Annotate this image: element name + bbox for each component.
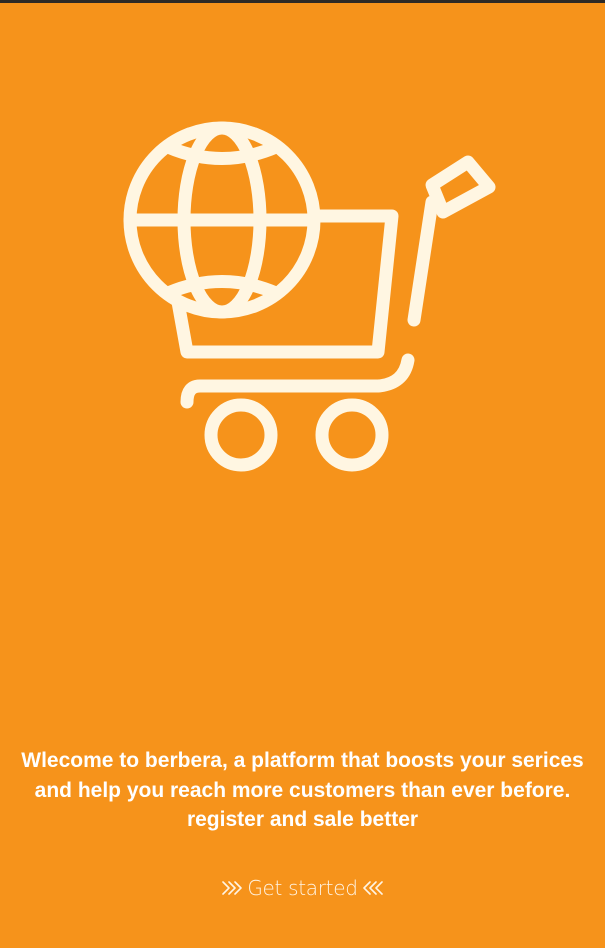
welcome-message: Wlecome to berbera, a platform that boos… bbox=[21, 749, 584, 831]
double-chevron-left-icon bbox=[362, 881, 383, 895]
double-chevron-right-icon bbox=[222, 881, 243, 895]
status-bar bbox=[0, 0, 605, 3]
shopping-cart-globe-icon bbox=[123, 121, 496, 472]
get-started-label: Get started bbox=[247, 876, 358, 900]
get-started-button[interactable]: Get started bbox=[0, 871, 605, 905]
